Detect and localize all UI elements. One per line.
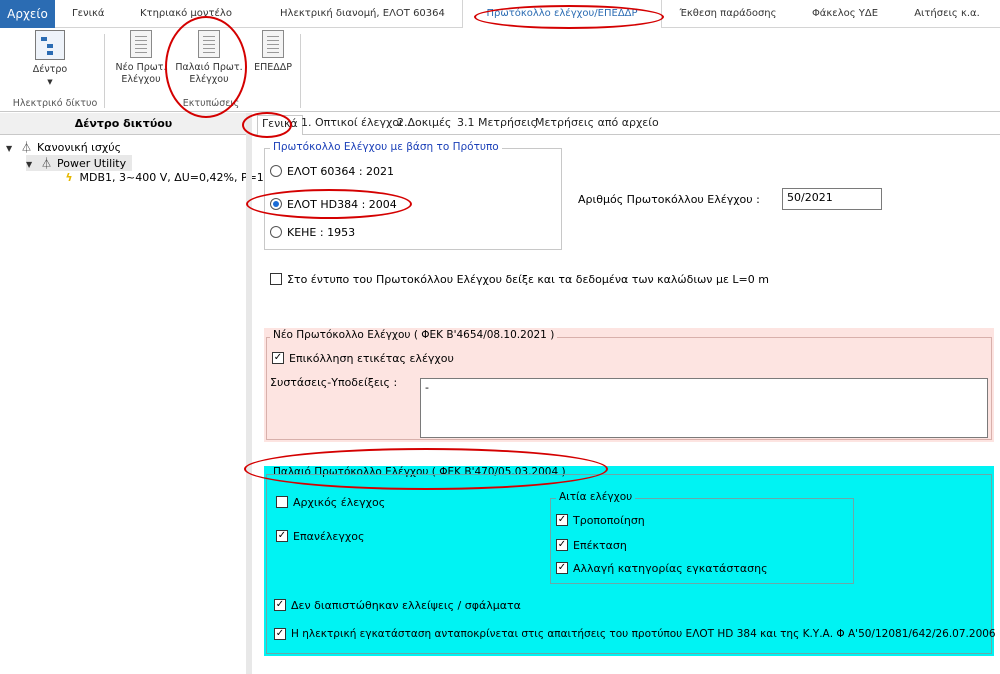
reason-group-title: Αιτία ελέγχου	[556, 491, 636, 503]
reason-extension-checkbox[interactable]: ✓ Επέκταση	[556, 538, 627, 552]
radio-button[interactable]	[270, 198, 282, 210]
tree-button-label: Δέντρο	[32, 64, 68, 75]
recheck-checkbox[interactable]: ✓ Επανέλεγχος	[276, 529, 364, 543]
radio-keee[interactable]: ΚΕΗΕ : 1953	[270, 225, 355, 239]
chevron-down-icon[interactable]: ▼	[26, 160, 36, 169]
old-protocol-label-2: Ελέγχου	[189, 74, 229, 85]
checkbox-label: Η ηλεκτρική εγκατάσταση ανταποκρίνεται σ…	[291, 628, 996, 640]
tab-applications[interactable]: Αιτήσεις κ.α.	[912, 0, 982, 28]
tab-measurements[interactable]: 3.1 Μετρήσεις	[457, 116, 537, 129]
no-defects-checkbox[interactable]: ✓ Δεν διαπιστώθηκαν ελλείψεις / σφάλματα	[274, 598, 521, 612]
checkbox[interactable]	[270, 273, 282, 285]
tab-file[interactable]: Αρχείο	[0, 0, 55, 28]
old-protocol-label-1: Παλαιό Πρωτ.	[175, 62, 243, 73]
tree-button[interactable]: Δέντρο ▼	[20, 30, 80, 88]
network-tree-panel: Δέντρο δικτύου ▼ ⏃ Κανονική ισχύς ▼ ⏃ Po…	[0, 113, 264, 674]
pylon-icon: ⏃	[41, 157, 52, 170]
radio-elot-60364[interactable]: ΕΛΟΤ 60364 : 2021	[270, 164, 394, 178]
radio-elot-hd384[interactable]: ΕΛΟΤ HD384 : 2004	[270, 197, 397, 211]
recommendations-label: Συστάσεις-Υποδείξεις :	[270, 376, 398, 389]
checkbox-label: Αρχικός έλεγχος	[293, 495, 386, 509]
checkbox-label: Στο έντυπο του Πρωτοκόλλου Ελέγχου δείξε…	[287, 272, 769, 286]
checkbox-label: Επέκταση	[573, 538, 627, 552]
document-icon	[262, 30, 284, 58]
ribbon-separator	[104, 34, 105, 108]
checkbox-label: Αλλαγή κατηγορίας εγκατάστασης	[573, 561, 768, 575]
show-zero-length-cables-checkbox[interactable]: Στο έντυπο του Πρωτοκόλλου Ελέγχου δείξε…	[270, 272, 769, 286]
tab-measurements-from-file[interactable]: Μετρήσεις από αρχείο	[535, 116, 659, 129]
ribbon-separator	[300, 34, 301, 108]
checkbox[interactable]: ✓	[556, 539, 568, 551]
radio-label: ΚΕΗΕ : 1953	[287, 225, 356, 239]
tab-delivery-report[interactable]: Έκθεση παράδοσης	[678, 0, 778, 28]
tab-tests[interactable]: 2.Δοκιμές	[397, 116, 451, 129]
tab-general-content[interactable]: Γενικά	[257, 115, 303, 135]
tab-electrical-distribution[interactable]: Ηλεκτρική διανομή, ΕΛΟΤ 60364	[280, 0, 445, 28]
radio-label: ΕΛΟΤ 60364 : 2021	[287, 164, 395, 178]
tree-node-label: MDB1, 3~400 V, ΔU=0,42%, P=1	[79, 171, 264, 184]
checkbox[interactable]: ✓	[556, 562, 568, 574]
checkbox-label: Επανέλεγχος	[293, 529, 365, 543]
radio-button[interactable]	[270, 226, 282, 238]
initial-check-checkbox[interactable]: Αρχικός έλεγχος	[276, 495, 385, 509]
checkbox[interactable]: ✓	[274, 628, 286, 640]
pylon-icon: ⏃	[21, 141, 32, 154]
radio-label: ΕΛΟΤ HD384 : 2004	[287, 197, 397, 211]
splitter[interactable]	[246, 113, 252, 674]
new-protocol-label-2: Ελέγχου	[121, 74, 161, 85]
ribbon: Δέντρο ▼ Ηλεκτρικό δίκτυο Νέο Πρωτ. Ελέγ…	[0, 28, 1000, 112]
new-protocol-button[interactable]: Νέο Πρωτ. Ελέγχου	[112, 30, 170, 86]
checkbox[interactable]	[276, 496, 288, 508]
checkbox[interactable]: ✓	[272, 352, 284, 364]
checkbox[interactable]: ✓	[276, 530, 288, 542]
chevron-down-icon[interactable]: ▼	[6, 144, 16, 153]
protocol-number-label: Αριθμός Πρωτοκόλλου Ελέγχου :	[578, 193, 760, 206]
group-label-prints: Εκτυπώσεις	[182, 98, 240, 109]
tab-yde-folder[interactable]: Φάκελος ΥΔΕ	[810, 0, 880, 28]
tree-header: Δέντρο δικτύου	[0, 113, 247, 135]
new-protocol-label-1: Νέο Πρωτ.	[115, 62, 167, 73]
tab-test-protocol[interactable]: Πρωτόκολλο ελέγχου/ΕΠΕΔΔΡ	[462, 0, 662, 29]
tree-icon	[35, 30, 65, 60]
tab-visual-checks[interactable]: 1. Οπτικοί έλεγχοι	[301, 116, 403, 129]
sticker-checkbox[interactable]: ✓ Επικόλληση ετικέτας ελέγχου	[272, 351, 454, 365]
content-tabs: Γενικά 1. Οπτικοί έλεγχοι 2.Δοκιμές 3.1 …	[253, 113, 1000, 135]
new-protocol-group-title: Νέο Πρωτόκολλο Ελέγχου ( ΦΕΚ Β'4654/08.1…	[270, 329, 558, 341]
checkbox-label: Δεν διαπιστώθηκαν ελλείψεις / σφάλματα	[291, 598, 521, 612]
checkbox-label: Τροποποίηση	[573, 513, 645, 527]
protocol-number-input[interactable]: 50/2021	[782, 188, 882, 210]
compliance-checkbox[interactable]: ✓ Η ηλεκτρική εγκατάσταση ανταποκρίνεται …	[274, 627, 996, 640]
tree-node-label: Power Utility	[57, 157, 127, 170]
document-icon	[130, 30, 152, 58]
checkbox-label: Επικόλληση ετικέτας ελέγχου	[289, 351, 454, 365]
checkbox[interactable]: ✓	[556, 514, 568, 526]
reason-modification-checkbox[interactable]: ✓ Τροποποίηση	[556, 513, 645, 527]
tree-node-label: Κανονική ισχύς	[37, 141, 122, 154]
radio-button[interactable]	[270, 165, 282, 177]
lightning-icon: ϟ	[65, 171, 73, 184]
checkbox[interactable]: ✓	[274, 599, 286, 611]
reason-category-change-checkbox[interactable]: ✓ Αλλαγή κατηγορίας εγκατάστασης	[556, 561, 768, 575]
tree-node-mdb1[interactable]: ϟ MDB1, 3~400 V, ΔU=0,42%, P=1	[62, 171, 264, 184]
epeddr-label: ΕΠΕΔΔΡ	[254, 62, 292, 73]
epeddr-button[interactable]: ΕΠΕΔΔΡ	[250, 30, 296, 74]
tree-node-power-utility[interactable]: ▼ ⏃ Power Utility	[26, 155, 133, 171]
tab-building-model[interactable]: Κτηριακό μοντέλο	[140, 0, 232, 28]
tree-node-normal-power[interactable]: ▼ ⏃ Κανονική ισχύς	[6, 139, 121, 155]
chevron-down-icon: ▼	[47, 78, 53, 86]
tab-general[interactable]: Γενικά	[72, 0, 104, 28]
recommendations-textarea[interactable]: -	[420, 378, 988, 438]
old-protocol-button[interactable]: Παλαιό Πρωτ. Ελέγχου	[174, 30, 244, 86]
standard-group-title: Πρωτόκολλο Ελέγχου με βάση το Πρότυπο	[270, 141, 502, 153]
document-icon	[198, 30, 220, 58]
ribbon-tab-bar: Αρχείο Γενικά Κτηριακό μοντέλο Ηλεκτρική…	[0, 0, 1000, 29]
group-label-network: Ηλεκτρικό δίκτυο	[12, 98, 98, 109]
